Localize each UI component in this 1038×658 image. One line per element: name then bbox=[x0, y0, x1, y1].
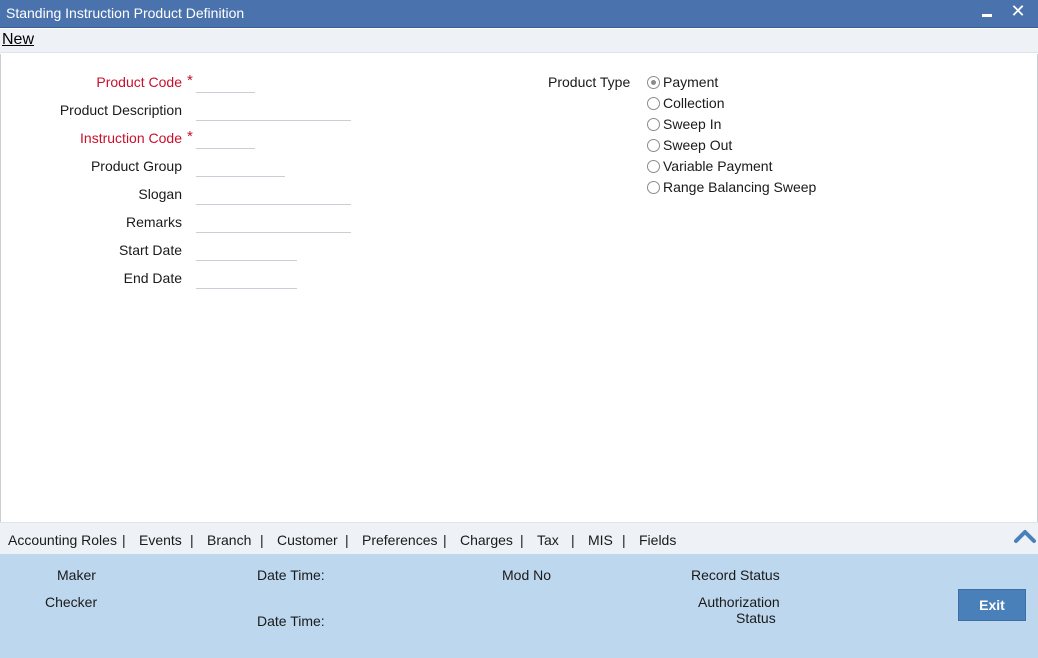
window-titlebar: Standing Instruction Product Definition … bbox=[0, 0, 1038, 28]
radio-unchecked-icon[interactable] bbox=[647, 180, 660, 194]
product-code-required-mark: * bbox=[187, 72, 193, 89]
start-date-input[interactable] bbox=[196, 239, 297, 261]
tab-events[interactable]: Events bbox=[139, 532, 182, 548]
radio-label-payment: Payment bbox=[663, 74, 719, 90]
remarks-label: Remarks bbox=[125, 214, 182, 230]
authorization-label: Authorization bbox=[698, 594, 780, 610]
main-form: Product Code * Product Description Instr… bbox=[0, 54, 1038, 522]
radio-unchecked-icon[interactable] bbox=[647, 138, 660, 152]
radio-sweep-out[interactable]: Sweep Out bbox=[647, 135, 732, 155]
audit-footer: Maker Checker Date Time: Date Time: Mod … bbox=[0, 554, 1038, 658]
close-icon[interactable]: ✕ bbox=[1008, 1, 1028, 23]
chevron-up-icon[interactable] bbox=[1014, 527, 1036, 545]
authorization-status-label: Status bbox=[736, 610, 776, 626]
maker-date-time-label: Date Time: bbox=[257, 567, 325, 583]
instruction-code-input[interactable] bbox=[196, 127, 255, 149]
radio-label-variable-payment: Variable Payment bbox=[663, 158, 773, 174]
product-code-input[interactable] bbox=[196, 71, 255, 93]
end-date-input[interactable] bbox=[196, 267, 297, 289]
window-title: Standing Instruction Product Definition bbox=[6, 5, 245, 21]
radio-payment[interactable]: Payment bbox=[647, 72, 718, 92]
mod-no-label: Mod No bbox=[502, 567, 552, 583]
slogan-input[interactable] bbox=[196, 183, 351, 205]
tab-charges[interactable]: Charges bbox=[460, 532, 513, 548]
checker-date-time-label: Date Time: bbox=[257, 613, 325, 629]
radio-label-collection: Collection bbox=[663, 95, 725, 111]
radio-label-sweep-in: Sweep In bbox=[663, 116, 722, 132]
tab-preferences[interactable]: Preferences bbox=[362, 532, 437, 548]
tab-fields[interactable]: Fields bbox=[639, 532, 676, 548]
exit-button[interactable]: Exit bbox=[958, 589, 1026, 621]
radio-sweep-in[interactable]: Sweep In bbox=[647, 114, 721, 134]
radio-collection[interactable]: Collection bbox=[647, 93, 724, 113]
tab-separator: | bbox=[260, 532, 264, 548]
subsystem-tab-bar: Accounting Roles | Events | Branch | Cus… bbox=[0, 522, 1038, 554]
product-type-label: Product Type bbox=[548, 74, 631, 90]
radio-variable-payment[interactable]: Variable Payment bbox=[647, 156, 772, 176]
tab-customer[interactable]: Customer bbox=[277, 532, 338, 548]
tab-separator: | bbox=[622, 532, 626, 548]
product-description-label: Product Description bbox=[59, 102, 182, 118]
radio-checked-icon[interactable] bbox=[647, 75, 660, 89]
new-link[interactable]: New bbox=[2, 31, 34, 49]
tab-separator: | bbox=[443, 532, 447, 548]
maker-label: Maker bbox=[57, 567, 96, 583]
product-group-label: Product Group bbox=[90, 158, 182, 174]
product-description-input[interactable] bbox=[196, 99, 351, 121]
radio-unchecked-icon[interactable] bbox=[647, 117, 660, 131]
remarks-input[interactable] bbox=[196, 211, 351, 233]
tab-separator: | bbox=[345, 532, 349, 548]
tab-branch[interactable]: Branch bbox=[207, 532, 251, 548]
slogan-label: Slogan bbox=[138, 186, 182, 202]
record-status-label: Record Status bbox=[691, 567, 780, 583]
radio-unchecked-icon[interactable] bbox=[647, 159, 660, 173]
product-code-label: Product Code bbox=[96, 74, 182, 90]
minimize-icon[interactable] bbox=[978, 2, 996, 24]
menu-bar: New bbox=[0, 29, 1038, 53]
start-date-label: Start Date bbox=[118, 242, 182, 258]
instruction-code-required-mark: * bbox=[187, 128, 193, 145]
radio-unchecked-icon[interactable] bbox=[647, 96, 660, 110]
radio-label-sweep-out: Sweep Out bbox=[663, 137, 733, 153]
tab-mis[interactable]: MIS bbox=[588, 532, 613, 548]
checker-label: Checker bbox=[45, 594, 98, 610]
end-date-label: End Date bbox=[123, 270, 182, 286]
tab-separator: | bbox=[520, 532, 524, 548]
tab-separator: | bbox=[571, 532, 575, 548]
product-group-input[interactable] bbox=[196, 155, 285, 177]
tab-tax[interactable]: Tax bbox=[537, 532, 559, 548]
radio-range-balancing-sweep[interactable]: Range Balancing Sweep bbox=[647, 177, 816, 197]
tab-separator: | bbox=[122, 532, 126, 548]
tab-accounting-roles[interactable]: Accounting Roles bbox=[8, 532, 117, 548]
instruction-code-label: Instruction Code bbox=[80, 130, 182, 146]
radio-label-range-balancing-sweep: Range Balancing Sweep bbox=[663, 179, 817, 195]
tab-separator: | bbox=[190, 532, 194, 548]
